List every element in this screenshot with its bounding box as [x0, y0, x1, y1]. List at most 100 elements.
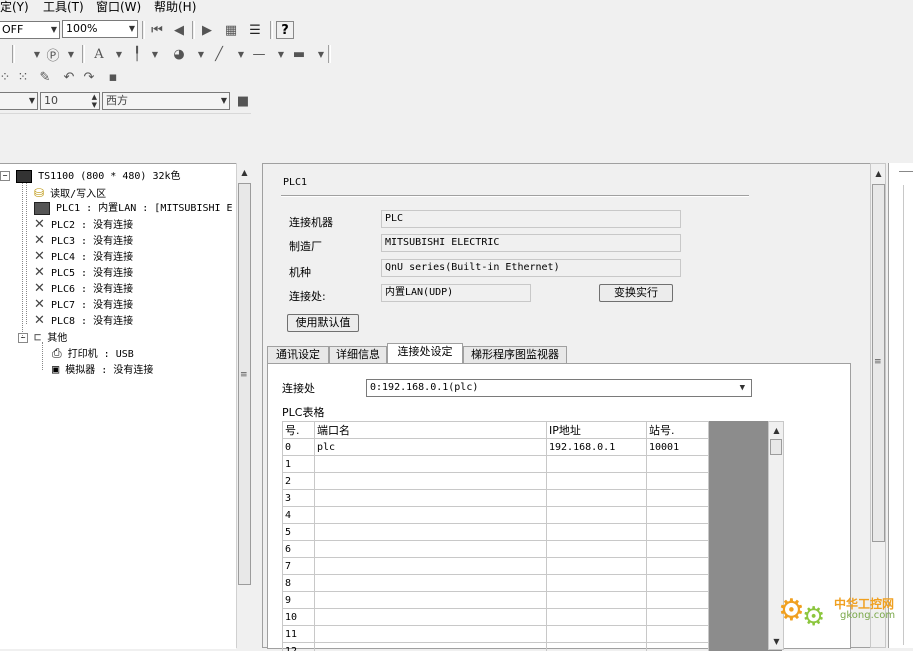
table-cell[interactable]: [315, 558, 547, 575]
table-cell[interactable]: [547, 473, 647, 490]
table-cell[interactable]: [315, 626, 547, 643]
undo-icon[interactable]: ↶: [60, 68, 78, 86]
table-cell[interactable]: [547, 558, 647, 575]
table-cell[interactable]: 3: [283, 490, 315, 507]
table-row[interactable]: 1: [283, 456, 709, 473]
table-cell[interactable]: 9: [283, 592, 315, 609]
keyboard-icon[interactable]: ▦: [222, 21, 240, 39]
scroll-up-icon[interactable]: ▲: [769, 423, 784, 438]
table-cell[interactable]: [547, 575, 647, 592]
table-cell[interactable]: [315, 643, 547, 651]
table-cell[interactable]: 11: [283, 626, 315, 643]
forward-arrow-icon[interactable]: ▶: [198, 21, 216, 39]
table-row[interactable]: 11: [283, 626, 709, 643]
tree-item-plc8[interactable]: ✕ PLC8 : 没有连接: [34, 313, 133, 329]
table-cell[interactable]: [315, 541, 547, 558]
table-cell[interactable]: [547, 643, 647, 651]
tree-item-plc6[interactable]: ✕ PLC6 : 没有连接: [34, 281, 133, 297]
menu-window[interactable]: 窗口(W): [96, 0, 141, 14]
column-header[interactable]: 站号.: [647, 422, 709, 439]
style-combo[interactable]: ▼: [0, 92, 38, 110]
tree-item-others[interactable]: − ⊏ 其他: [18, 329, 67, 345]
change-execute-button[interactable]: 变换实行: [599, 284, 673, 302]
table-cell[interactable]: [315, 575, 547, 592]
table-cell[interactable]: [315, 524, 547, 541]
use-default-button[interactable]: 使用默认值: [287, 314, 359, 332]
table-row[interactable]: 9: [283, 592, 709, 609]
chevron-down-icon[interactable]: ▼: [62, 45, 80, 63]
help-icon[interactable]: ?: [276, 21, 294, 39]
list-icon[interactable]: ☰: [246, 21, 264, 39]
back-arrow-icon[interactable]: ◀: [170, 21, 188, 39]
table-cell[interactable]: 7: [283, 558, 315, 575]
tree-root[interactable]: − TS1100 (800 * 480) 32k色: [0, 169, 181, 185]
table-cell[interactable]: 0: [283, 439, 315, 456]
table-cell[interactable]: 10001: [647, 439, 709, 456]
tree-item-plc2[interactable]: ✕ PLC2 : 没有连接: [34, 217, 133, 233]
table-cell[interactable]: [315, 456, 547, 473]
off-combo[interactable]: OFF▼: [0, 21, 60, 39]
tree-item-plc5[interactable]: ✕ PLC5 : 没有连接: [34, 265, 133, 281]
chevron-down-icon[interactable]: ▼: [110, 45, 128, 63]
select-icon[interactable]: ▪: [104, 68, 122, 86]
p-circle-icon[interactable]: Ⓟ: [44, 45, 62, 63]
tree-item-plc3[interactable]: ✕ PLC3 : 没有连接: [34, 233, 133, 249]
fill-icon[interactable]: ▬: [290, 45, 308, 63]
table-cell[interactable]: 8: [283, 575, 315, 592]
table-cell[interactable]: [547, 456, 647, 473]
table-cell[interactable]: [647, 524, 709, 541]
connection-select[interactable]: 0:192.168.0.1(plc)▼: [366, 379, 752, 397]
tab-comm-settings[interactable]: 通讯设定: [267, 346, 329, 363]
table-cell[interactable]: [315, 490, 547, 507]
tree-item-plc4[interactable]: ✕ PLC4 : 没有连接: [34, 249, 133, 265]
tree-item-simulator[interactable]: ▣ 模拟器 : 没有连接: [52, 361, 153, 377]
collapse-icon[interactable]: −: [18, 333, 28, 343]
table-cell[interactable]: 12: [283, 643, 315, 651]
table-cell[interactable]: [315, 507, 547, 524]
edit-icon[interactable]: ✎: [36, 68, 54, 86]
table-cell[interactable]: [647, 541, 709, 558]
column-header[interactable]: IP地址: [547, 422, 647, 439]
scroll-thumb[interactable]: [238, 183, 251, 585]
table-cell[interactable]: 1: [283, 456, 315, 473]
font-combo[interactable]: 西方▼: [102, 92, 230, 110]
line-style-icon[interactable]: —: [250, 45, 268, 63]
column-header[interactable]: 号.: [283, 422, 315, 439]
column-header[interactable]: 端口名: [315, 422, 547, 439]
table-row[interactable]: 12: [283, 643, 709, 651]
redo-icon[interactable]: ↷: [80, 68, 98, 86]
table-cell[interactable]: [647, 490, 709, 507]
splitter[interactable]: [251, 113, 262, 648]
table-cell[interactable]: [547, 609, 647, 626]
tab-ladder-monitor[interactable]: 梯形程序图监视器: [463, 346, 567, 363]
table-cell[interactable]: [647, 626, 709, 643]
table-cell[interactable]: [315, 609, 547, 626]
scroll-thumb[interactable]: [770, 439, 782, 455]
scroll-up-icon[interactable]: ▲: [871, 166, 886, 181]
tab-details[interactable]: 详细信息: [329, 346, 387, 363]
table-cell[interactable]: [647, 456, 709, 473]
menu-tools[interactable]: 工具(T): [43, 0, 84, 14]
table-cell[interactable]: [547, 626, 647, 643]
line-icon[interactable]: ╱: [210, 45, 228, 63]
chevron-down-icon[interactable]: ▼: [192, 45, 210, 63]
table-cell[interactable]: [547, 541, 647, 558]
font-color-icon[interactable]: ■: [234, 92, 252, 110]
chevron-down-icon[interactable]: ▼: [232, 45, 250, 63]
menu-settings[interactable]: 定(Y): [0, 0, 29, 14]
table-cell[interactable]: plc: [315, 439, 547, 456]
table-cell[interactable]: [547, 490, 647, 507]
chevron-down-icon[interactable]: ▼: [272, 45, 290, 63]
menu-help[interactable]: 帮助(H): [154, 0, 196, 14]
group-icon[interactable]: ⁘: [0, 68, 14, 86]
scroll-up-icon[interactable]: ▲: [237, 165, 252, 180]
table-cell[interactable]: 5: [283, 524, 315, 541]
first-page-icon[interactable]: ⏮: [148, 21, 166, 39]
table-cell[interactable]: 192.168.0.1: [547, 439, 647, 456]
table-cell[interactable]: [647, 592, 709, 609]
tree-item-plc7[interactable]: ✕ PLC7 : 没有连接: [34, 297, 133, 313]
table-cell[interactable]: 2: [283, 473, 315, 490]
font-size-spinner[interactable]: 10 ▲▼: [40, 92, 100, 110]
table-cell[interactable]: 6: [283, 541, 315, 558]
table-row[interactable]: 7: [283, 558, 709, 575]
